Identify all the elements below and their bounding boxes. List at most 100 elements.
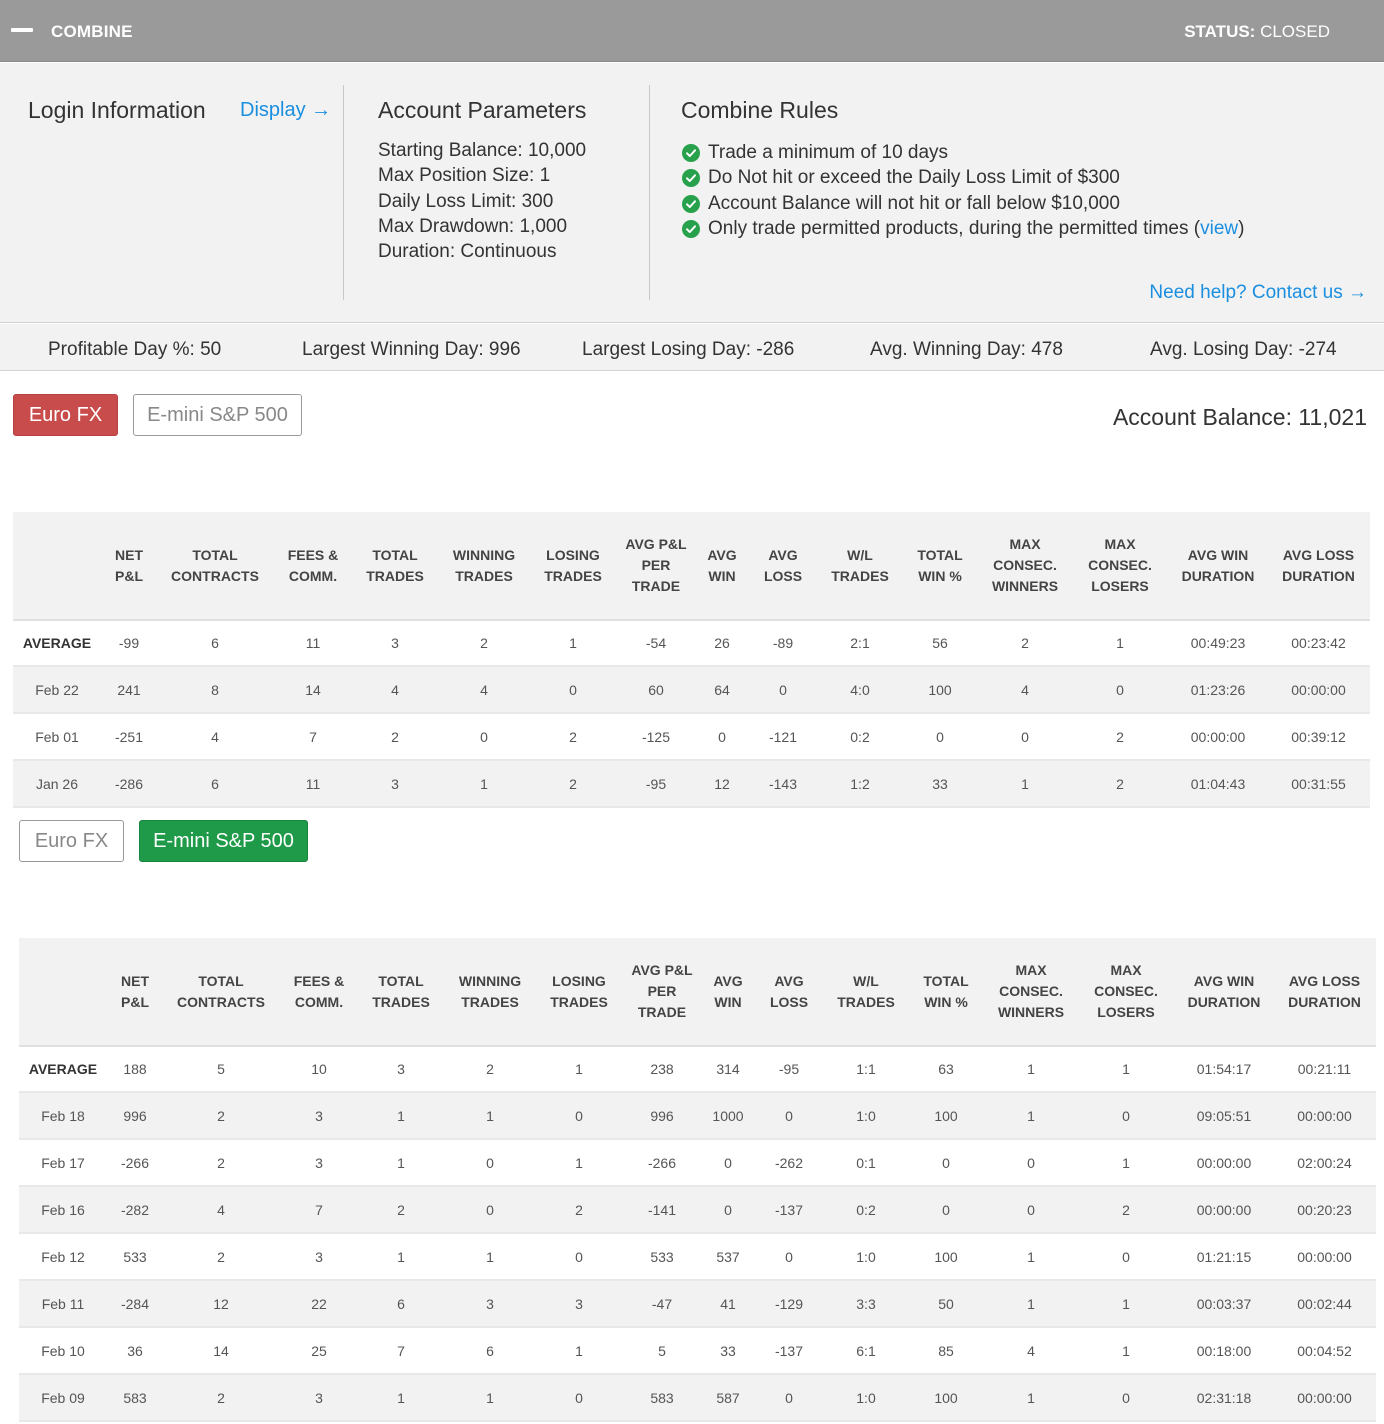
- table-cell: 1: [985, 1280, 1077, 1328]
- table-cell: -129: [753, 1280, 825, 1328]
- column-header: AVG LOSS DURATION: [1267, 512, 1370, 621]
- table-cell: 2: [163, 1139, 279, 1187]
- table-cell: -284: [107, 1280, 163, 1328]
- table-cell: 241: [101, 666, 157, 714]
- view-permitted-times-link[interactable]: view: [1200, 218, 1238, 239]
- table-cell: 4: [353, 666, 437, 714]
- table-cell: 1: [1077, 1139, 1175, 1187]
- table-cell: -121: [747, 713, 819, 761]
- table-cell: 1: [359, 1139, 443, 1187]
- column-header: LOSING TRADES: [531, 512, 615, 621]
- table-cell: -125: [615, 713, 697, 761]
- table-cell: 0: [985, 1139, 1077, 1187]
- table-cell: 01:54:17: [1175, 1046, 1273, 1093]
- column-header: AVG WIN DURATION: [1175, 938, 1273, 1047]
- table-cell: 2: [1071, 760, 1169, 808]
- column-header: AVG WIN DURATION: [1169, 512, 1267, 621]
- table-cell: Feb 12: [19, 1233, 107, 1281]
- table-cell: 2: [979, 620, 1071, 667]
- table-cell: 7: [273, 713, 353, 761]
- table-cell: -286: [101, 760, 157, 808]
- table-cell: 1: [359, 1374, 443, 1422]
- column-header: W/L TRADES: [825, 938, 907, 1047]
- param-max-drawdown: Max Drawdown: 1,000: [378, 215, 568, 237]
- profitable-day-percent: Profitable Day %: 50: [48, 339, 222, 360]
- param-starting-balance: Starting Balance: 10,000: [378, 140, 587, 161]
- table-cell: -95: [615, 760, 697, 808]
- collapse-minus-icon[interactable]: [11, 28, 33, 32]
- table-cell: 00:00:00: [1175, 1139, 1273, 1187]
- table-cell: 6: [157, 620, 273, 667]
- table-cell: 6: [443, 1327, 537, 1375]
- euro-fx-tab[interactable]: Euro FX: [19, 820, 124, 862]
- column-header: LOSING TRADES: [537, 938, 621, 1047]
- table-cell: 1: [537, 1327, 621, 1375]
- table-cell: 3:3: [825, 1280, 907, 1328]
- table-cell: -262: [753, 1139, 825, 1187]
- column-header: TOTAL TRADES: [359, 938, 443, 1047]
- table-cell: -89: [747, 620, 819, 667]
- table-cell: 100: [907, 1092, 985, 1140]
- table-cell: 2: [443, 1046, 537, 1093]
- table-cell: 12: [163, 1280, 279, 1328]
- table-cell: 0: [985, 1186, 1077, 1234]
- param-max-position-size: Max Position Size: 1: [378, 165, 551, 187]
- rule-item: Trade a minimum of 10 days: [682, 140, 1244, 166]
- table-cell: 188: [107, 1046, 163, 1093]
- euro-fx-tab-active[interactable]: Euro FX: [13, 394, 118, 436]
- table-cell: 22: [279, 1280, 359, 1328]
- table-cell: 0: [437, 713, 531, 761]
- table-cell: 33: [901, 760, 979, 808]
- table-cell: 0: [1077, 1233, 1175, 1281]
- table-cell: 0: [537, 1233, 621, 1281]
- table-cell: 02:00:24: [1273, 1139, 1376, 1187]
- table-cell: 0: [753, 1233, 825, 1281]
- column-header: AVG LOSS DURATION: [1273, 938, 1376, 1047]
- table-cell: -95: [753, 1046, 825, 1093]
- table-cell: 2: [359, 1186, 443, 1234]
- table-cell: 1:1: [825, 1046, 907, 1093]
- table-cell: 3: [279, 1139, 359, 1187]
- display-login-link[interactable]: Display →: [240, 99, 331, 122]
- check-circle-icon: [682, 220, 700, 239]
- table-cell: 3: [353, 760, 437, 808]
- table-cell: 0:1: [825, 1139, 907, 1187]
- status-indicator: STATUS: CLOSED: [1184, 22, 1330, 42]
- table-cell: 14: [273, 666, 353, 714]
- table-cell: 100: [907, 1374, 985, 1422]
- table-cell: 0: [443, 1139, 537, 1187]
- table-cell: 11: [273, 760, 353, 808]
- table-cell: 100: [901, 666, 979, 714]
- table-row: Feb 17 -266 2 3 1 0 1 -266 0 -262 0:1 0 0 1 00:00:00 02…: [19, 1139, 1376, 1187]
- column-header: NET P&L: [101, 512, 157, 621]
- column-header: MAX CONSEC. WINNERS: [979, 512, 1071, 621]
- table-cell: 00:39:12: [1267, 713, 1370, 761]
- column-header: AVG WIN: [703, 938, 753, 1047]
- table-cell: -99: [101, 620, 157, 667]
- table-cell: 3: [359, 1046, 443, 1093]
- emini-sp500-stats-table: NET P&L TOTAL CONTRACTS FEES & COMM. TOTAL …: [19, 938, 1376, 1422]
- combine-header-bar: COMBINE STATUS: CLOSED: [0, 0, 1384, 62]
- table-cell: 7: [359, 1327, 443, 1375]
- table-cell: 8: [157, 666, 273, 714]
- emini-sp500-tab[interactable]: E-mini S&P 500: [133, 394, 302, 436]
- average-row: AVERAGE 188 5 10 3 2 1 238 314 -95 1:1 63 1 1 01:54:17…: [19, 1046, 1376, 1093]
- table-cell: 996: [621, 1092, 703, 1140]
- table-cell: 1000: [703, 1092, 753, 1140]
- table-cell: -251: [101, 713, 157, 761]
- table-cell: 1: [359, 1092, 443, 1140]
- table-cell: 00:00:00: [1273, 1092, 1376, 1140]
- emini-sp500-tab-active[interactable]: E-mini S&P 500: [139, 820, 308, 862]
- contact-us-link[interactable]: Need help? Contact us →: [1149, 282, 1367, 304]
- table-cell: 2: [163, 1092, 279, 1140]
- column-header: TOTAL WIN %: [907, 938, 985, 1047]
- table-cell: 01:21:15: [1175, 1233, 1273, 1281]
- table-cell: 2: [1077, 1186, 1175, 1234]
- combine-rules-heading: Combine Rules: [681, 97, 839, 123]
- table-cell: 00:00:00: [1169, 713, 1267, 761]
- table-cell: 0: [979, 713, 1071, 761]
- table-cell: 314: [703, 1046, 753, 1093]
- euro-fx-stats-table: NET P&L TOTAL CONTRACTS FEES & COMM. TOTAL …: [13, 512, 1370, 808]
- column-header: AVG LOSS: [753, 938, 825, 1047]
- table-cell: 2: [163, 1233, 279, 1281]
